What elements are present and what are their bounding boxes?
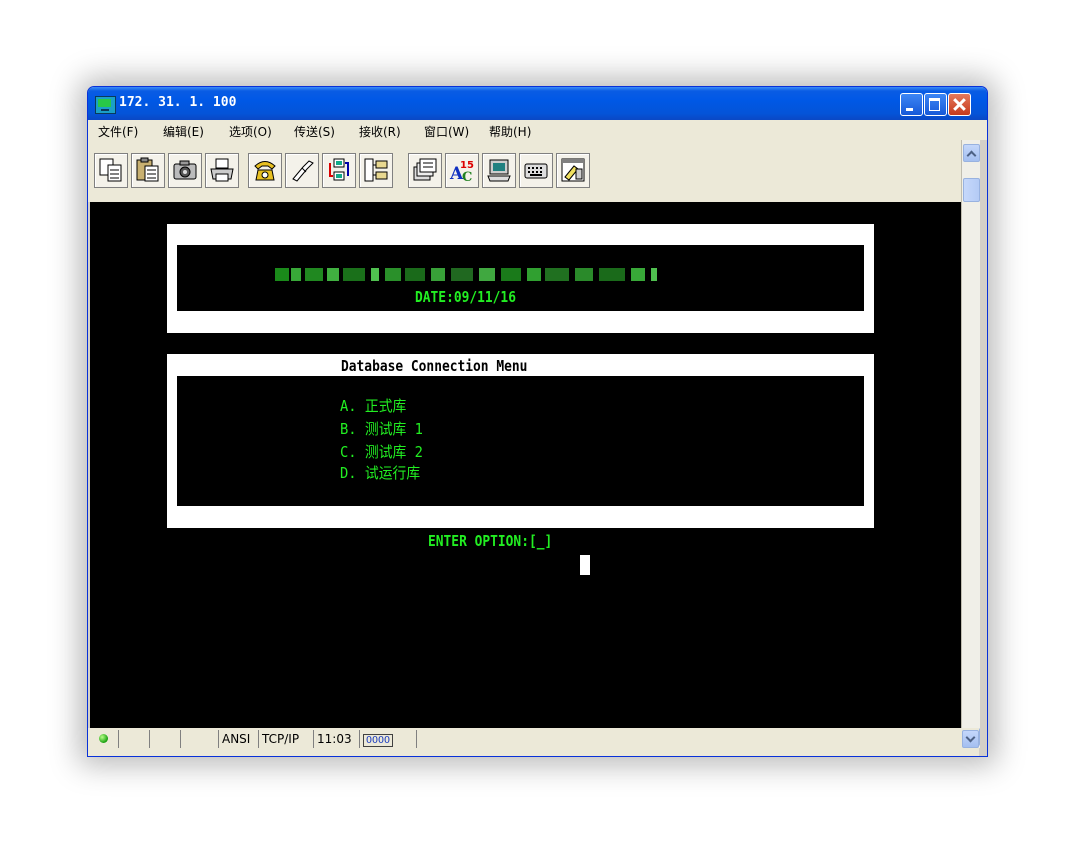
status-time: 11:03	[313, 730, 352, 748]
window-title: 172. 31. 1. 100	[119, 95, 237, 110]
status-protocol: TCP/IP	[258, 730, 299, 748]
screen-icon[interactable]	[482, 153, 516, 188]
files-icon[interactable]	[408, 153, 442, 188]
enter-option-prompt[interactable]: ENTER OPTION:[_]	[428, 533, 552, 549]
menu-file[interactable]: 文件(F)	[98, 123, 138, 140]
menu-title: Database Connection Menu	[341, 357, 528, 375]
status-indicator: OOOO	[363, 734, 394, 747]
option-label: 正式库	[364, 397, 407, 415]
option-key: D.	[340, 464, 357, 482]
title-bar[interactable]: 172. 31. 1. 100	[88, 87, 987, 120]
connection-status-icon	[99, 734, 108, 743]
option-b[interactable]: B. 测试库 1	[340, 421, 423, 437]
option-label: 测试库 1	[364, 420, 423, 438]
menu-options[interactable]: 选项(O)	[229, 123, 272, 140]
toolbar: A 15 C	[88, 140, 961, 202]
minimize-button[interactable]	[900, 93, 923, 116]
status-scroll-down-button[interactable]	[962, 730, 979, 748]
text-cursor	[580, 555, 590, 575]
close-button[interactable]	[948, 93, 971, 116]
copy-icon[interactable]	[94, 153, 128, 188]
status-cell-empty	[149, 730, 180, 748]
menu-box: Database Connection Menu A. 正式库 B. 测试库 1…	[167, 354, 874, 528]
option-label: 试运行库	[364, 464, 421, 482]
menu-edit[interactable]: 编辑(E)	[163, 123, 204, 140]
menu-send[interactable]: 传送(S)	[294, 123, 335, 140]
maximize-button[interactable]	[924, 93, 947, 116]
status-cell-empty	[180, 730, 217, 748]
terminal-screen[interactable]: DATE:09/11/16 Database Connection Menu A…	[90, 202, 961, 728]
option-key: B.	[340, 420, 357, 438]
menu-help[interactable]: 帮助(H)	[489, 123, 531, 140]
date-line: DATE:09/11/16	[415, 288, 516, 306]
status-bar: ANSI TCP/IP 11:03 OOOO	[88, 728, 979, 756]
status-indicator-cell: OOOO	[359, 730, 394, 748]
disconnect-icon[interactable]	[285, 153, 319, 188]
scroll-thumb[interactable]	[963, 178, 980, 202]
character-set-icon[interactable]: A 15 C	[445, 153, 479, 188]
camera-icon[interactable]	[168, 153, 202, 188]
terminal-window: 172. 31. 1. 100 文件(F) 编辑(E) 选项(O) 传送(S) …	[87, 86, 988, 757]
option-key: A.	[340, 397, 357, 415]
menu-window[interactable]: 窗口(W)	[424, 123, 469, 140]
transfer-icon[interactable]	[322, 153, 356, 188]
print-icon[interactable]	[205, 153, 239, 188]
option-label: 测试库 2	[364, 443, 423, 461]
paste-icon[interactable]	[131, 153, 165, 188]
header-box-inner: DATE:09/11/16	[177, 245, 864, 311]
option-key: C.	[340, 443, 357, 461]
header-box: DATE:09/11/16	[167, 224, 874, 333]
menu-box-inner: A. 正式库 B. 测试库 1 C. 测试库 2 D. 试运行库	[177, 376, 864, 506]
status-encoding: ANSI	[218, 730, 250, 748]
status-cell-empty	[118, 730, 149, 748]
phone-icon[interactable]	[248, 153, 282, 188]
menu-receive[interactable]: 接收(R)	[359, 123, 401, 140]
svg-text:C: C	[462, 170, 472, 183]
option-c[interactable]: C. 测试库 2	[340, 444, 423, 460]
status-cell-empty	[416, 730, 427, 748]
vertical-scrollbar[interactable]	[961, 140, 980, 748]
scroll-up-button[interactable]	[963, 144, 980, 162]
terminal-app-icon[interactable]	[95, 96, 116, 114]
file-list-icon[interactable]	[359, 153, 393, 188]
window-edit-icon[interactable]	[556, 153, 590, 188]
redacted-title	[275, 268, 665, 282]
option-a[interactable]: A. 正式库	[340, 398, 406, 414]
menu-bar: 文件(F) 编辑(E) 选项(O) 传送(S) 接收(R) 窗口(W) 帮助(H…	[88, 120, 987, 140]
option-d[interactable]: D. 试运行库	[340, 465, 420, 481]
keyboard-icon[interactable]	[519, 153, 553, 188]
